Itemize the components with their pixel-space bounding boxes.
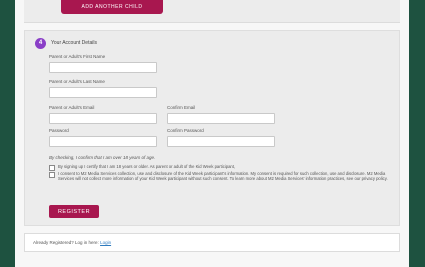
confirm-email-label: Confirm Email [167,105,196,110]
page-panel: ADD ANOTHER CHILD 4 Your Account Details… [15,0,409,267]
password-input[interactable] [49,136,157,147]
consent-checkbox[interactable] [49,171,55,178]
account-details-section: 4 Your Account Details Parent or Adult's… [24,30,400,226]
confirm-email-input[interactable] [167,113,275,124]
certify-checkbox-row: By signing up I certify that I am 18 yea… [49,164,394,171]
consent-checkbox-row: I consent to M2 Media Services collectio… [49,171,394,181]
section-title: Your Account Details [51,40,97,46]
certify-checkbox[interactable] [49,164,55,171]
child-section: ADD ANOTHER CHILD [24,0,400,23]
password-label: Password [49,128,69,133]
register-button[interactable]: REGISTER [49,205,99,218]
signin-box: Already Registered? Log in here: Login [24,233,400,252]
confirm-password-label: Confirm Password [167,128,204,133]
last-name-input[interactable] [49,87,157,98]
signin-text: Already Registered? Log in here: Login [33,240,111,245]
step-badge: 4 [35,38,46,49]
consent-text: I consent to M2 Media Services collectio… [58,171,388,182]
first-name-input[interactable] [49,62,157,73]
email-label: Parent or Adult's Email [49,105,95,110]
last-name-label: Parent or Adult's Last Name [49,79,105,84]
add-child-button[interactable]: ADD ANOTHER CHILD [61,0,163,14]
email-input[interactable] [49,113,157,124]
confirm-password-input[interactable] [167,136,275,147]
login-link[interactable]: Login [100,240,111,245]
first-name-label: Parent or Adult's First Name [49,54,106,59]
certify-text: By signing up I certify that I am 18 yea… [58,164,236,169]
signin-prompt: Already Registered? Log in here: [33,240,99,245]
age-note: By checking, I confirm that I am over 18… [49,155,156,160]
